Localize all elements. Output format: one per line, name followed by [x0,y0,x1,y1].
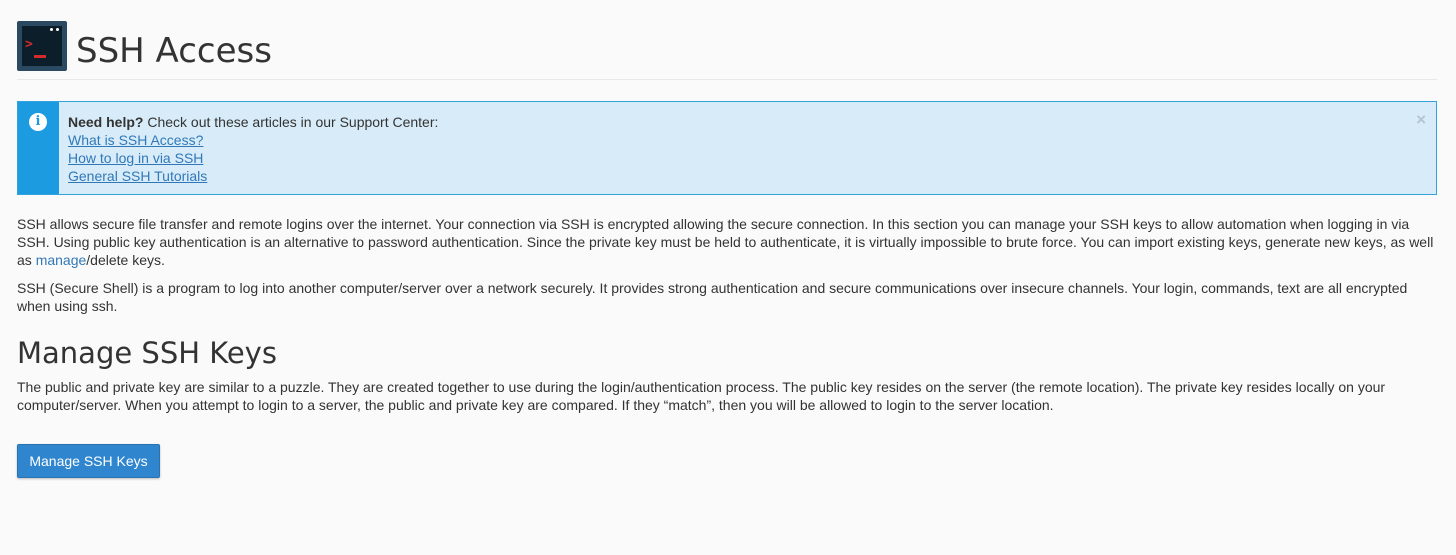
terminal-window: > [22,26,62,66]
page-header: > SSH Access [17,0,1437,80]
manage-keys-description: The public and private key are similar t… [17,379,1386,413]
intro-paragraph: SSH allows secure file transfer and remo… [17,215,1437,269]
help-link-ssh-tutorials[interactable]: General SSH Tutorials [68,167,438,185]
ssh-description: SSH (Secure Shell) is a program to log i… [17,280,1408,314]
help-heading: Need help? Check out these articles in o… [68,113,438,131]
manage-keys-heading: Manage SSH Keys [17,336,277,370]
page: > SSH Access i Need help? Check out thes… [17,0,1437,478]
help-content: Need help? Check out these articles in o… [68,113,438,185]
manage-link[interactable]: manage [36,252,87,268]
help-alert: i Need help? Check out these articles in… [17,101,1437,195]
terminal-icon: > [17,21,67,71]
help-title: Need help? [68,114,144,130]
intro-text-end: /delete keys. [86,252,165,268]
help-alert-strip: i [18,102,59,194]
cursor-bar [34,55,46,58]
info-icon: i [29,113,47,131]
help-link-log-in-via-ssh[interactable]: How to log in via SSH [68,149,438,167]
window-dot [56,28,59,31]
prompt-glyph: > [25,37,33,52]
help-link-what-is-ssh[interactable]: What is SSH Access? [68,131,438,149]
page-title: SSH Access [76,31,272,71]
manage-ssh-keys-button[interactable]: Manage SSH Keys [17,444,160,478]
window-dot [50,28,53,31]
close-icon[interactable]: × [1416,110,1426,130]
intro-text: SSH allows secure file transfer and remo… [17,216,1434,268]
help-intro: Check out these articles in our Support … [147,114,439,130]
